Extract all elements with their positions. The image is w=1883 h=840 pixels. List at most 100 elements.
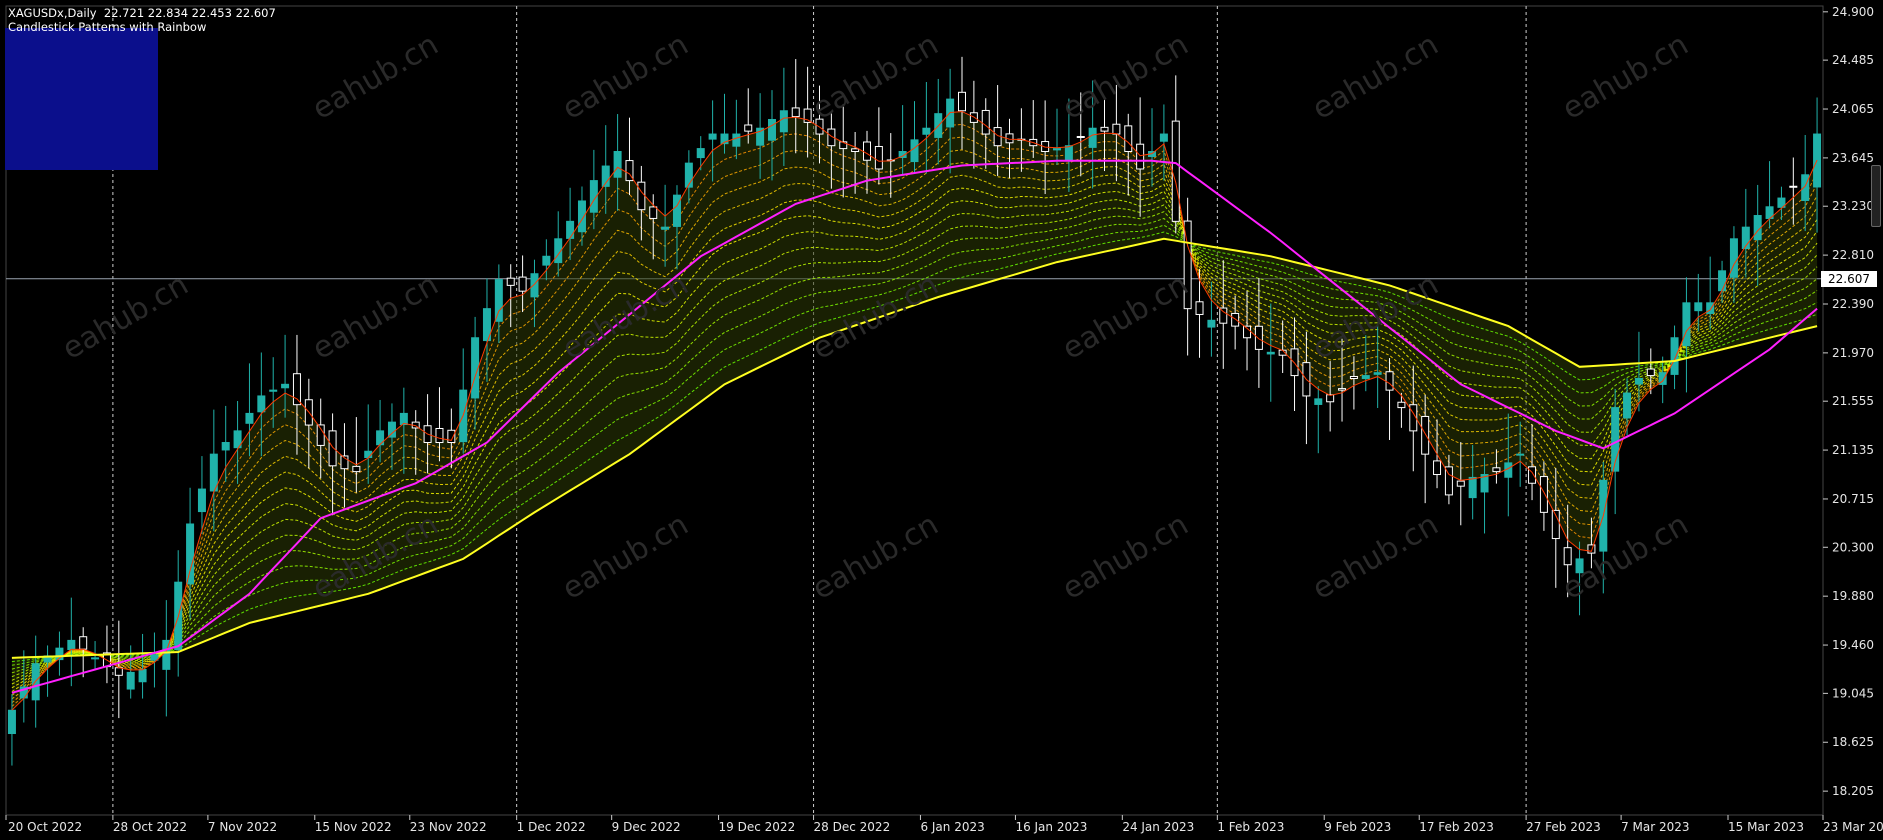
candle-body[interactable] bbox=[862, 141, 871, 161]
candle-body[interactable] bbox=[221, 442, 230, 451]
candle-body[interactable] bbox=[1349, 375, 1358, 379]
candle-body[interactable] bbox=[1254, 325, 1263, 350]
candle-body[interactable] bbox=[684, 162, 693, 188]
candle-body[interactable] bbox=[126, 671, 135, 690]
candle-body[interactable] bbox=[1159, 133, 1168, 142]
candle-body[interactable] bbox=[352, 465, 361, 473]
candle-body[interactable] bbox=[779, 110, 788, 133]
candle-body[interactable] bbox=[1492, 467, 1501, 473]
scale-handle[interactable] bbox=[1871, 165, 1881, 227]
candle-body[interactable] bbox=[874, 146, 883, 170]
candle-body[interactable] bbox=[732, 133, 741, 147]
candle-body[interactable] bbox=[958, 91, 967, 112]
candle-body[interactable] bbox=[1670, 337, 1679, 375]
candle-body[interactable] bbox=[1634, 377, 1643, 385]
candle-body[interactable] bbox=[269, 389, 278, 392]
candle-body[interactable] bbox=[1718, 270, 1727, 292]
candle-body[interactable] bbox=[1397, 401, 1406, 409]
candle-body[interactable] bbox=[1231, 312, 1240, 327]
time-axis[interactable]: 20 Oct 2022 28 Oct 2022 7 Nov 2022 15 Nov 2… bbox=[5, 815, 1883, 834]
candle-body[interactable] bbox=[1587, 544, 1596, 554]
candle-body[interactable] bbox=[542, 255, 551, 266]
candle-body[interactable] bbox=[1136, 143, 1145, 170]
candle-body[interactable] bbox=[1421, 415, 1430, 455]
candle-body[interactable] bbox=[851, 148, 860, 153]
candle-body[interactable] bbox=[91, 657, 100, 660]
candle-body[interactable] bbox=[1623, 392, 1632, 419]
candle-body[interactable] bbox=[67, 639, 76, 651]
candle-body[interactable] bbox=[506, 277, 515, 286]
candle-body[interactable] bbox=[1171, 120, 1180, 222]
candle-body[interactable] bbox=[1112, 123, 1121, 135]
candle-body[interactable] bbox=[114, 667, 123, 676]
candle-body[interactable] bbox=[494, 279, 503, 322]
candle-body[interactable] bbox=[1456, 480, 1465, 487]
candle-body[interactable] bbox=[613, 151, 622, 178]
candle-body[interactable] bbox=[435, 427, 444, 444]
candle-body[interactable] bbox=[1646, 368, 1655, 377]
candle-body[interactable] bbox=[1124, 125, 1133, 153]
candle-body[interactable] bbox=[1100, 126, 1109, 132]
candle-body[interactable] bbox=[1729, 238, 1738, 278]
candle-body[interactable] bbox=[364, 450, 373, 458]
price-chart[interactable]: eahub.cn eahub.cn eahub.cn eahub.cn eahub.cn… bbox=[0, 0, 1883, 840]
candle-body[interactable] bbox=[150, 654, 159, 661]
candle-body[interactable] bbox=[1338, 388, 1347, 391]
candle-body[interactable] bbox=[7, 709, 16, 735]
candle-body[interactable] bbox=[1373, 372, 1382, 375]
candle-body[interactable] bbox=[744, 124, 753, 132]
candle-body[interactable] bbox=[1053, 148, 1062, 151]
candle-body[interactable] bbox=[257, 395, 266, 413]
candle-body[interactable] bbox=[1195, 301, 1204, 315]
candle-body[interactable] bbox=[1266, 351, 1275, 355]
candle-body[interactable] bbox=[471, 337, 480, 399]
candle-body[interactable] bbox=[1801, 174, 1810, 201]
candle-body[interactable] bbox=[1694, 302, 1703, 312]
price-axis[interactable]: 24.900 24.485 24.065 23.645 23.230 22.810 22.3… bbox=[1823, 5, 1874, 798]
candle-body[interactable] bbox=[661, 226, 670, 230]
candle-body[interactable] bbox=[708, 133, 717, 140]
candle-body[interactable] bbox=[1433, 460, 1442, 476]
candle-body[interactable] bbox=[1076, 136, 1085, 139]
candle-body[interactable] bbox=[328, 430, 337, 467]
candle-body[interactable] bbox=[1539, 476, 1548, 513]
candle-body[interactable] bbox=[566, 220, 575, 239]
candle-body[interactable] bbox=[767, 118, 776, 141]
candle-body[interactable] bbox=[281, 383, 290, 389]
candle-body[interactable] bbox=[399, 412, 408, 426]
candle-body[interactable] bbox=[209, 453, 218, 492]
candle-body[interactable] bbox=[292, 373, 301, 406]
candle-body[interactable] bbox=[1314, 398, 1323, 405]
candle-body[interactable] bbox=[672, 194, 681, 227]
candle-body[interactable] bbox=[1064, 145, 1073, 162]
candle-body[interactable] bbox=[1361, 375, 1370, 379]
candle-body[interactable] bbox=[186, 523, 195, 585]
candle-body[interactable] bbox=[530, 273, 539, 298]
candle-body[interactable] bbox=[1563, 547, 1572, 566]
candle-body[interactable] bbox=[756, 127, 765, 146]
candle-body[interactable] bbox=[1385, 371, 1394, 391]
candle-body[interactable] bbox=[1468, 476, 1477, 499]
candle-body[interactable] bbox=[649, 206, 658, 219]
time-tick-label: 9 Dec 2022 bbox=[612, 820, 681, 834]
candle-body[interactable] bbox=[1789, 185, 1798, 188]
candle-body[interactable] bbox=[1207, 319, 1216, 328]
candle-body[interactable] bbox=[910, 139, 919, 163]
candle-body[interactable] bbox=[518, 276, 527, 292]
candle-body[interactable] bbox=[1516, 453, 1525, 456]
candle-body[interactable] bbox=[79, 636, 88, 650]
candle-body[interactable] bbox=[197, 488, 206, 513]
candle-body[interactable] bbox=[387, 421, 396, 438]
candle-body[interactable] bbox=[1682, 302, 1691, 347]
candle-body[interactable] bbox=[1290, 348, 1299, 377]
candle-body[interactable] bbox=[696, 148, 705, 159]
candle-body[interactable] bbox=[1219, 307, 1228, 324]
candle-body[interactable] bbox=[138, 668, 147, 683]
candle-body[interactable] bbox=[1528, 466, 1537, 484]
candle-body[interactable] bbox=[791, 107, 800, 118]
candle-body[interactable] bbox=[1088, 127, 1097, 148]
candle-body[interactable] bbox=[637, 181, 646, 211]
candle-body[interactable] bbox=[922, 127, 931, 135]
candle-body[interactable] bbox=[245, 412, 254, 424]
candle-body[interactable] bbox=[981, 109, 990, 135]
